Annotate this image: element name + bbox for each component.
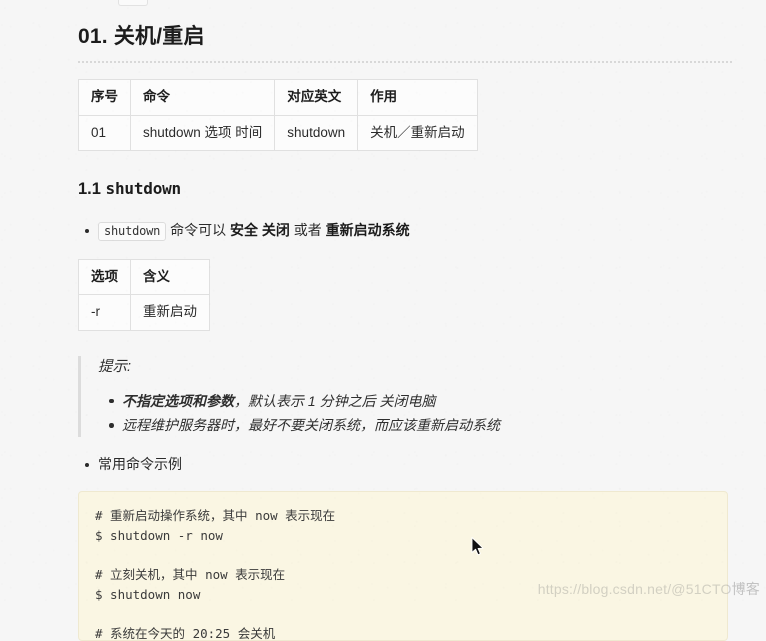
column-header-purpose: 作用 (357, 79, 478, 116)
cell-option: -r (78, 294, 131, 331)
examples-label: 常用命令示例 (98, 456, 182, 473)
cut-off-element-above (118, 0, 148, 6)
column-header-meaning: 含义 (130, 258, 210, 296)
article-content: 01. 关机/重启 序号 命令 对应英文 作用 01 shutdown 选项 时… (78, 24, 732, 641)
page-title: 01. 关机/重启 (78, 24, 732, 64)
list-item: 远程维护服务器时，最好不要关闭系统，而应该重新启动系统 (109, 413, 732, 437)
column-header-option: 选项 (78, 258, 131, 296)
tip-title: 提示: (98, 358, 132, 375)
cell-english: shutdown (274, 114, 359, 152)
column-header-index: 序号 (78, 79, 131, 116)
shell-code-block: # 重新启动操作系统，其中 now 表示现在 $ shutdown -r now… (78, 490, 728, 641)
intro-bullet-list: shutdown 命令可以 安全 关闭 或者 重新启动系统 (78, 219, 732, 243)
tip-blockquote: 提示: 不指定选项和参数，默认表示 1 分钟之后 关闭电脑 远程维护服务器时，最… (78, 355, 732, 438)
section-heading: 1.1 shutdown (78, 179, 732, 200)
tip-list: 不指定选项和参数，默认表示 1 分钟之后 关闭电脑 远程维护服务器时，最好不要关… (98, 389, 732, 437)
examples-bullet-list: 常用命令示例 (78, 453, 732, 477)
options-table: 选项 含义 -r 重新启动 (78, 258, 210, 331)
bullet-strong-2: 重新启动系统 (325, 221, 410, 238)
column-header-command: 命令 (129, 79, 276, 116)
watermark-suffix: 博客 (731, 581, 760, 597)
bullet-text-2: 或者 (293, 221, 322, 238)
bullet-text-1: 命令可以 (170, 221, 227, 238)
list-item: 常用命令示例 (85, 453, 732, 477)
table-row: -r 重新启动 (78, 294, 210, 331)
table-header-row: 选项 含义 (78, 258, 210, 296)
cell-index: 01 (78, 114, 131, 152)
tip-item-rest: ，默认表示 1 分钟之后 关闭电脑 (234, 392, 436, 409)
tip-item-bold: 不指定选项和参数 (122, 392, 234, 409)
watermark-url: https://blog.csdn.net/@51CTO (537, 581, 732, 597)
cell-meaning: 重新启动 (130, 294, 210, 331)
section-number: 1.1 (78, 180, 101, 199)
commands-table: 序号 命令 对应英文 作用 01 shutdown 选项 时间 shutdown… (78, 79, 478, 152)
section-name: shutdown (105, 179, 182, 199)
document-page: 01. 关机/重启 序号 命令 对应英文 作用 01 shutdown 选项 时… (0, 0, 766, 641)
watermark: https://blog.csdn.net/@51CTO博客 (538, 579, 760, 599)
table-row: 01 shutdown 选项 时间 shutdown 关机／重新启动 (78, 114, 478, 152)
tip-item-rest: 远程维护服务器时，最好不要关闭系统，而应该重新启动系统 (122, 417, 500, 433)
cell-purpose: 关机／重新启动 (357, 114, 478, 152)
column-header-english: 对应英文 (274, 79, 359, 116)
cell-command: shutdown 选项 时间 (129, 114, 276, 152)
table-header-row: 序号 命令 对应英文 作用 (78, 79, 478, 116)
inline-code-shutdown: shutdown (98, 221, 167, 241)
bullet-strong-1: 安全 关闭 (229, 221, 290, 238)
list-item: 不指定选项和参数，默认表示 1 分钟之后 关闭电脑 (109, 389, 732, 413)
list-item: shutdown 命令可以 安全 关闭 或者 重新启动系统 (85, 219, 732, 243)
